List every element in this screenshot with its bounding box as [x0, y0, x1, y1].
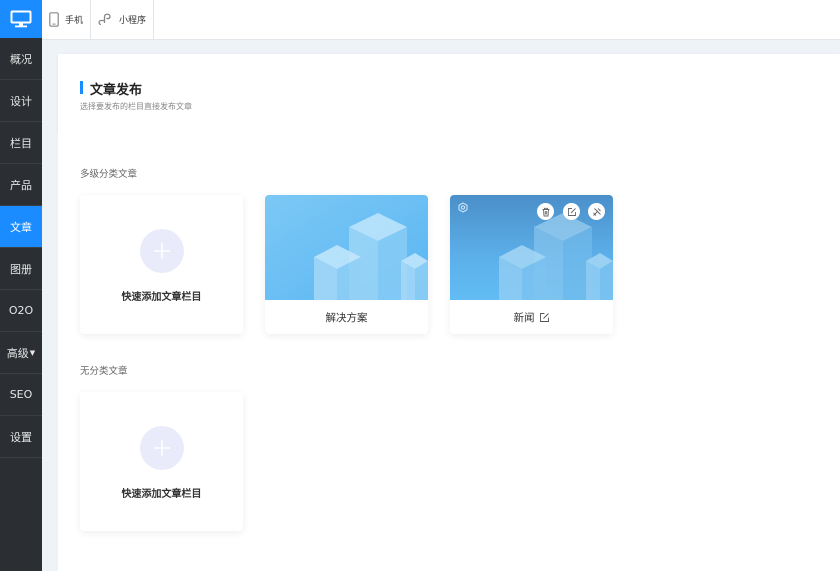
add-column-label: 快速添加文章栏目 [121, 292, 202, 303]
edit-icon[interactable] [563, 203, 580, 220]
sidebar-item-design[interactable]: 设计 [0, 80, 42, 122]
sidebar-item-label: 概况 [10, 52, 32, 66]
sidebar-item-label: 产品 [10, 178, 32, 192]
page-title: 文章发布 [90, 83, 143, 98]
desktop-icon[interactable] [0, 0, 42, 38]
sidebar: 概况 设计 栏目 产品 文章 图册 O2O 高级 ▼ SEO 设置 [0, 0, 42, 571]
trash-icon[interactable] [537, 203, 554, 220]
sidebar-item-advanced[interactable]: 高级 ▼ [0, 332, 42, 374]
column-card-solutions[interactable]: 解决方案 [265, 195, 428, 334]
column-card-label: 解决方案 [325, 311, 368, 324]
sidebar-item-overview[interactable]: 概况 [0, 38, 42, 80]
caret-down-icon: ▼ [29, 348, 36, 357]
column-cover-image [450, 195, 613, 300]
add-column-card[interactable]: 快速添加文章栏目 [80, 195, 243, 334]
sidebar-item-label: 图册 [10, 262, 32, 276]
mobile-button[interactable]: 手机 [42, 0, 92, 39]
column-card-label: 新闻 [513, 311, 535, 324]
column-cover-image [265, 195, 428, 300]
sidebar-item-label: 文章 [10, 220, 32, 234]
plus-icon [139, 426, 184, 470]
section-label-none: 无分类文章 [80, 366, 128, 377]
title-accent-bar [80, 81, 83, 94]
sidebar-item-label: 高级 [6, 346, 29, 360]
sidebar-item-label: SEO [9, 388, 33, 401]
mobile-icon [49, 12, 59, 27]
sidebar-item-label: O2O [8, 304, 34, 317]
plus-icon [139, 229, 184, 273]
sidebar-item-label: 设置 [10, 430, 32, 444]
sidebar-item-columns[interactable]: 栏目 [0, 122, 42, 164]
tools-icon[interactable] [588, 203, 605, 220]
sidebar-item-label: 栏目 [10, 136, 32, 150]
sidebar-item-settings[interactable]: 设置 [0, 416, 42, 458]
add-column-label: 快速添加文章栏目 [121, 489, 202, 500]
sidebar-item-articles[interactable]: 文章 [0, 206, 42, 248]
section-label-multi: 多级分类文章 [80, 169, 138, 180]
page-subtitle: 选择要发布的栏目直接发布文章 [80, 102, 192, 111]
miniapp-button[interactable]: 小程序 [91, 0, 155, 39]
miniapp-icon [98, 13, 111, 26]
edit-title-icon[interactable] [539, 312, 550, 323]
sidebar-item-label: 设计 [10, 94, 32, 108]
topbar: 手机 小程序 [42, 0, 840, 40]
sidebar-item-products[interactable]: 产品 [0, 164, 42, 206]
sidebar-item-albums[interactable]: 图册 [0, 248, 42, 290]
sidebar-item-o2o[interactable]: O2O [0, 290, 42, 332]
column-card-news[interactable]: 新闻 [450, 195, 613, 334]
add-column-card[interactable]: 快速添加文章栏目 [80, 392, 243, 531]
miniapp-label: 小程序 [119, 16, 147, 26]
content-area: 多级分类文章 快速添加文章栏目 解决方案 新闻 无分类文章 快速添加文章栏目 [58, 133, 840, 571]
sidebar-item-seo[interactable]: SEO [0, 374, 42, 416]
page-header: 文章发布 选择要发布的栏目直接发布文章 [58, 54, 840, 133]
mobile-label: 手机 [65, 16, 84, 26]
